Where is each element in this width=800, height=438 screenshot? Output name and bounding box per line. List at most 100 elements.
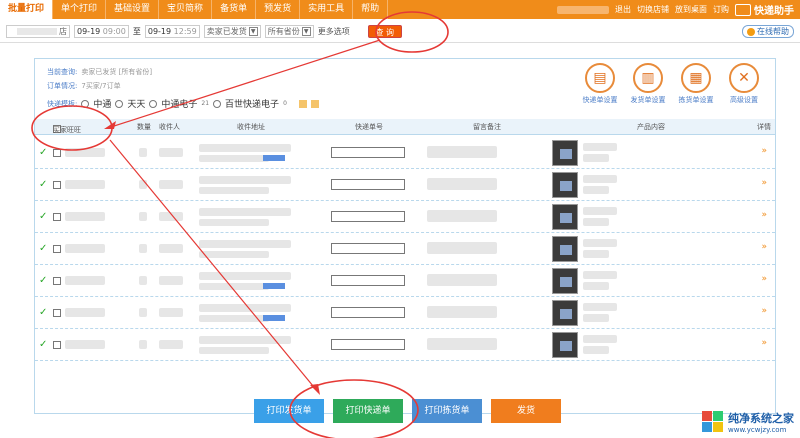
row-checkbox[interactable] (53, 181, 61, 189)
buyer-blurred (65, 180, 105, 189)
row-checkbox[interactable] (53, 245, 61, 253)
edit-icon[interactable] (310, 99, 319, 108)
status-select[interactable]: 卖家已发货 ▼ (203, 25, 261, 38)
address-blurred (199, 144, 291, 152)
table-row[interactable]: ✓» (35, 233, 775, 265)
row-checkbox[interactable] (53, 277, 61, 285)
brand-name: 快递助手 (754, 6, 794, 17)
radio-label: 中通 (93, 100, 112, 110)
ship-settings-button[interactable]: ▥ 发货单设置 (627, 63, 669, 105)
radio-baishi-e[interactable] (213, 99, 222, 108)
advanced-settings-button[interactable]: ✕ 高级设置 (723, 63, 765, 105)
radio-zhongtong[interactable] (81, 99, 90, 108)
expand-chevron-icon[interactable]: » (761, 146, 767, 156)
add-to-desktop-link[interactable]: 放到桌面 (675, 4, 707, 15)
radio-label: 中通电子 (161, 100, 198, 110)
table-row[interactable]: ✓» (35, 201, 775, 233)
shop-select[interactable]: 店 (6, 25, 70, 38)
radio-count: 21 (201, 100, 210, 107)
tracking-number-input[interactable] (331, 179, 405, 190)
address-blurred (199, 315, 269, 322)
header-product: 产品内容 (637, 123, 665, 131)
product-blurred (583, 303, 617, 311)
province-value: 所有省份 (267, 27, 300, 36)
online-help-button[interactable]: 在线帮助 (742, 25, 794, 38)
express-template-row: 快递模板: 中通 天天 中通电子 21 百世快递电子 0 (47, 97, 319, 110)
logout-link[interactable]: 退出 (615, 4, 631, 15)
table-row[interactable]: ✓» (35, 297, 775, 329)
note-blurred (427, 274, 497, 286)
tab-single-print[interactable]: 单个打印 (53, 0, 107, 19)
print-express-button[interactable]: 打印快递单 (333, 399, 403, 423)
note-blurred (427, 242, 497, 254)
radio-tiantian[interactable] (115, 99, 124, 108)
table-row[interactable]: ✓» (35, 137, 775, 169)
tab-pre-ship[interactable]: 预发货 (256, 0, 301, 19)
date-to-field[interactable]: 09-19 12:59 (144, 25, 200, 38)
row-checkbox[interactable] (53, 213, 61, 221)
qty-blurred (139, 148, 147, 157)
address-blurred (199, 251, 269, 258)
ship-button[interactable]: 发货 (491, 399, 561, 423)
tab-batch-print[interactable]: 批量打印 (0, 0, 54, 19)
radio-zhongtong-e[interactable] (149, 99, 158, 108)
recipient-blurred (159, 276, 183, 285)
product-blurred (583, 314, 609, 322)
tracking-number-input[interactable] (331, 275, 405, 286)
row-checkbox[interactable] (53, 149, 61, 157)
chevron-down-icon: ▼ (248, 27, 258, 36)
address-highlight (263, 315, 285, 321)
expand-chevron-icon[interactable]: » (761, 306, 767, 316)
province-select[interactable]: 所有省份 ▼ (264, 25, 314, 38)
date-from-field[interactable]: 09-19 09:00 (74, 25, 129, 38)
tab-stock-list[interactable]: 备货单 (212, 0, 257, 19)
expand-chevron-icon[interactable]: » (761, 178, 767, 188)
address-blurred (199, 304, 291, 312)
expand-chevron-icon[interactable]: » (761, 210, 767, 220)
tracking-number-input[interactable] (331, 147, 405, 158)
form-icon: ▤ (585, 63, 615, 93)
tracking-number-input[interactable] (331, 243, 405, 254)
qty-blurred (139, 276, 147, 285)
buyer-blurred (65, 148, 105, 157)
tab-basic-settings[interactable]: 基础设置 (106, 0, 160, 19)
expand-chevron-icon[interactable]: » (761, 338, 767, 348)
pick-settings-button[interactable]: ▦ 拣货单设置 (675, 63, 717, 105)
expand-chevron-icon[interactable]: » (761, 274, 767, 284)
tab-tools[interactable]: 实用工具 (300, 0, 354, 19)
tab-item-shortname[interactable]: 宝贝简称 (159, 0, 213, 19)
switch-shop-link[interactable]: 切换店铺 (637, 4, 669, 15)
tracking-number-input[interactable] (331, 339, 405, 350)
add-icon[interactable] (298, 99, 307, 108)
check-icon: ✓ (39, 243, 48, 254)
query-button[interactable]: 查 询 (367, 25, 402, 38)
row-checkbox[interactable] (53, 309, 61, 317)
help-label: 在线帮助 (757, 27, 789, 36)
form-icon: ▥ (633, 63, 663, 93)
row-checkbox[interactable] (53, 341, 61, 349)
express-settings-button[interactable]: ▤ 快递单设置 (579, 63, 621, 105)
more-options-link[interactable]: 更多选项 (318, 26, 350, 37)
print-ship-list-button[interactable]: 打印发货单 (254, 399, 324, 423)
time-to: 12:59 (173, 27, 197, 36)
address-highlight (263, 283, 285, 289)
expand-chevron-icon[interactable]: » (761, 242, 767, 252)
check-icon: ✓ (39, 275, 48, 286)
tracking-number-input[interactable] (331, 211, 405, 222)
table-row[interactable]: ✓» (35, 329, 775, 361)
header-note: 留言备注 (473, 123, 501, 131)
subscribe-link[interactable]: 订购 (713, 4, 729, 15)
watermark: 纯净系统之家 www.ycwjzy.com (702, 410, 794, 434)
header-address: 收件地址 (237, 123, 265, 131)
radio-count: 0 (283, 100, 287, 107)
tracking-number-input[interactable] (331, 307, 405, 318)
windows-logo-icon (702, 411, 724, 433)
qty-blurred (139, 180, 147, 189)
table-row[interactable]: ✓» (35, 169, 775, 201)
address-blurred (199, 219, 269, 226)
check-icon: ✓ (39, 211, 48, 222)
table-row[interactable]: ✓» (35, 265, 775, 297)
print-pick-list-button[interactable]: 打印拣货单 (412, 399, 482, 423)
tab-help[interactable]: 帮助 (353, 0, 389, 19)
recipient-blurred (159, 180, 183, 189)
